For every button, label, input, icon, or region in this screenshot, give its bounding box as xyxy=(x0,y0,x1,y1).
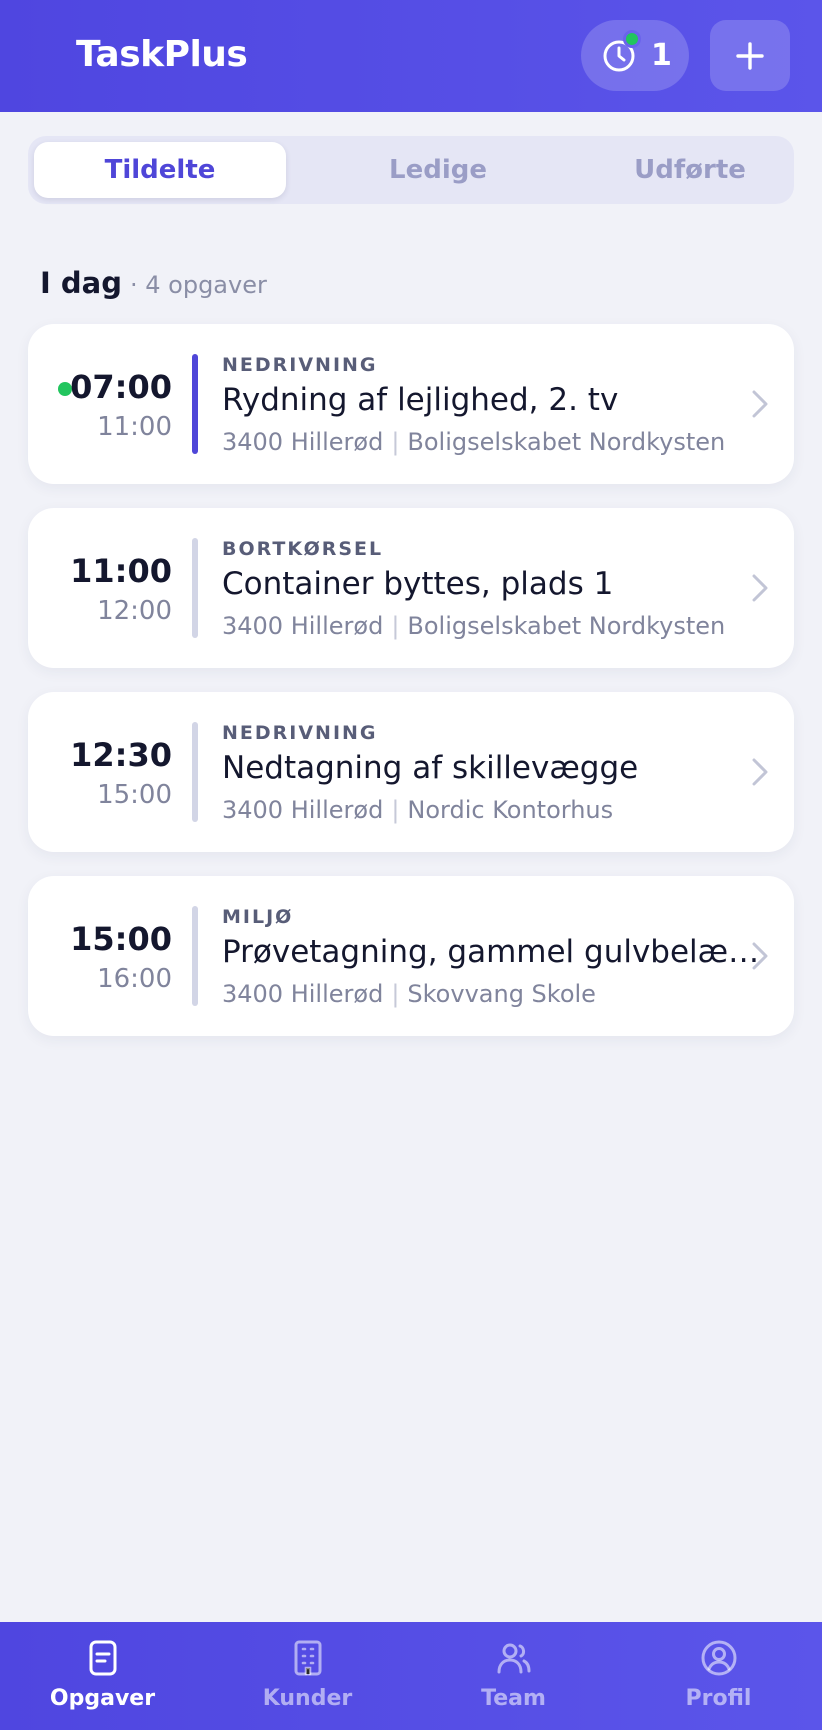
task-card[interactable]: 07:00 11:00 NEDRIVNING Rydning af lejlig… xyxy=(28,324,794,484)
tab-ledige[interactable]: Ledige xyxy=(312,142,564,198)
task-category: NEDRIVNING xyxy=(222,722,378,744)
users-icon xyxy=(497,1643,530,1674)
nav-item-team[interactable]: Team xyxy=(411,1622,616,1730)
task-end-time: 11:00 xyxy=(97,412,172,442)
nav-label: Team xyxy=(481,1686,546,1711)
task-location: 3400 Hillerød xyxy=(222,428,384,456)
clipboard-icon xyxy=(89,1640,116,1676)
section-title: I dag xyxy=(40,266,122,300)
section-task-count: · 4 opgaver xyxy=(130,271,267,299)
nav-item-opgaver[interactable]: Opgaver xyxy=(0,1622,205,1730)
active-timer-button[interactable]: 1 xyxy=(581,20,689,91)
task-card[interactable]: 12:30 15:00 NEDRIVNING Nedtagning af ski… xyxy=(28,692,794,852)
nav-label: Opgaver xyxy=(49,1686,156,1711)
task-customer: Skovvang Skole xyxy=(407,980,596,1008)
task-start-time: 07:00 xyxy=(70,368,172,406)
task-status-bar xyxy=(192,906,198,1006)
task-meta: 3400 Hillerød | Boligselskabet Nordkysten xyxy=(222,612,725,640)
task-category: MILJØ xyxy=(222,906,294,928)
task-tabs: Tildelte Ledige Udførte xyxy=(28,136,794,204)
chevron-right-icon xyxy=(752,390,768,418)
tab-udforte[interactable]: Udførte xyxy=(564,142,816,198)
chevron-right-icon xyxy=(752,758,768,786)
add-task-button[interactable] xyxy=(710,20,790,91)
task-title: Prøvetagning, gammel gulvbelægning xyxy=(222,934,770,970)
chevron-right-icon xyxy=(752,942,768,970)
task-end-time: 16:00 xyxy=(97,964,172,994)
nav-item-kunder[interactable]: Kunder xyxy=(205,1622,410,1730)
task-location: 3400 Hillerød xyxy=(222,612,384,640)
task-customer: Nordic Kontorhus xyxy=(407,796,614,824)
meta-divider: | xyxy=(391,980,400,1008)
nav-item-profil[interactable]: Profil xyxy=(616,1622,821,1730)
user-circle-icon xyxy=(701,1640,736,1676)
task-title: Container byttes, plads 1 xyxy=(222,566,614,602)
tab-tildelte[interactable]: Tildelte xyxy=(34,142,286,198)
building-icon xyxy=(294,1640,321,1676)
task-meta: 3400 Hillerød | Boligselskabet Nordkysten xyxy=(222,428,725,456)
task-start-time: 15:00 xyxy=(70,920,172,958)
app-title: TaskPlus xyxy=(76,34,248,75)
task-card[interactable]: 11:00 12:00 BORTKØRSEL Container byttes,… xyxy=(28,508,794,668)
timer-count: 1 xyxy=(651,38,672,73)
task-location: 3400 Hillerød xyxy=(222,980,384,1008)
meta-divider: | xyxy=(391,428,400,456)
task-end-time: 12:00 xyxy=(97,596,172,626)
bottom-navigation: Opgaver Kunder Team Profil xyxy=(0,1622,822,1730)
clock-icon xyxy=(601,29,641,74)
task-status-bar xyxy=(192,722,198,822)
task-end-time: 15:00 xyxy=(97,780,172,810)
nav-label: Profil xyxy=(685,1686,752,1711)
nav-label: Kunder xyxy=(262,1686,353,1711)
task-title: Rydning af lejlighed, 2. tv xyxy=(222,382,619,418)
meta-divider: | xyxy=(391,796,400,824)
task-location: 3400 Hillerød xyxy=(222,796,384,824)
task-title: Nedtagning af skillevægge xyxy=(222,750,639,786)
task-category: NEDRIVNING xyxy=(222,354,378,376)
task-meta: 3400 Hillerød | Nordic Kontorhus xyxy=(222,796,613,824)
task-card[interactable]: 15:00 16:00 MILJØ Prøvetagning, gammel g… xyxy=(28,876,794,1036)
task-customer: Boligselskabet Nordkysten xyxy=(407,612,726,640)
task-customer: Boligselskabet Nordkysten xyxy=(407,428,726,456)
task-meta: 3400 Hillerød | Skovvang Skole xyxy=(222,980,596,1008)
task-status-bar xyxy=(192,538,198,638)
chevron-right-icon xyxy=(752,574,768,602)
task-start-time: 12:30 xyxy=(70,736,172,774)
meta-divider: | xyxy=(391,612,400,640)
task-category: BORTKØRSEL xyxy=(222,538,384,560)
app-header: TaskPlus 1 xyxy=(0,0,822,112)
timer-running-indicator xyxy=(623,29,641,48)
plus-icon xyxy=(736,41,764,70)
task-status-bar xyxy=(192,354,198,454)
task-start-time: 11:00 xyxy=(70,552,172,590)
